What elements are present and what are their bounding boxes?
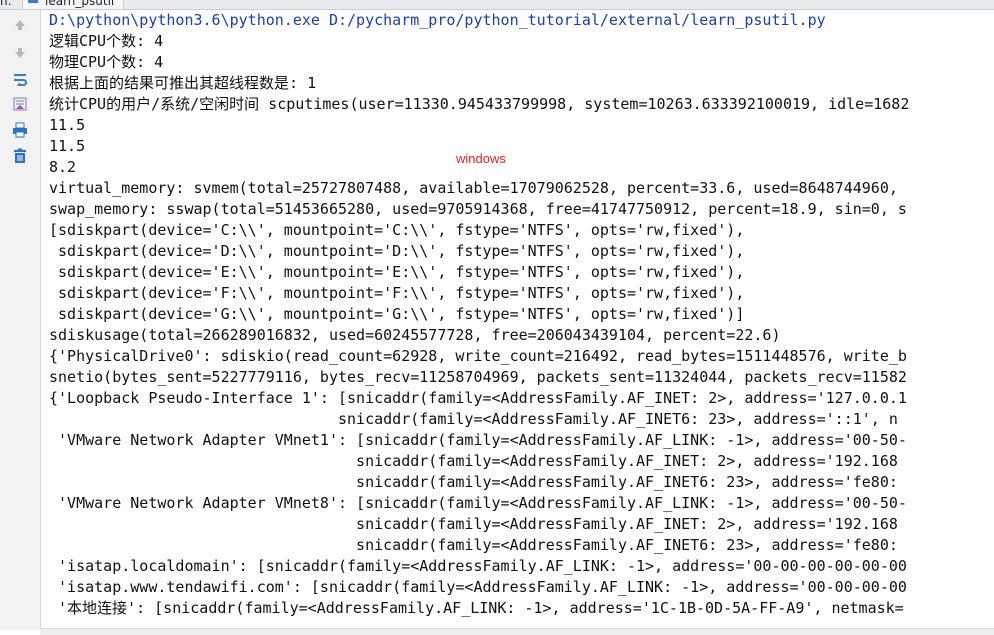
console-line: 11.5	[49, 137, 86, 155]
command-line: D:\python\python3.6\python.exe D:/pychar…	[49, 11, 826, 29]
console-line: swap_memory: sswap(total=51453665280, us…	[49, 200, 907, 218]
console-line: sdiskpart(device='F:\\', mountpoint='F:\…	[49, 284, 745, 302]
arrow-down-icon[interactable]	[10, 44, 30, 62]
windows-annotation: windows	[456, 151, 506, 166]
console-line: sdiskpart(device='D:\\', mountpoint='D:\…	[49, 242, 745, 260]
run-tab-title: learn_psutil	[45, 0, 115, 8]
console-line: 11.5	[49, 116, 86, 134]
console-line: snicaddr(family=<AddressFamily.AF_INET6:…	[49, 410, 898, 428]
console-output[interactable]: D:\python\python3.6\python.exe D:/pychar…	[49, 10, 994, 628]
arrow-up-icon[interactable]	[10, 16, 30, 34]
console-line: 'isatap.www.tendawifi.com': [snicaddr(fa…	[49, 578, 907, 596]
print-icon[interactable]	[10, 121, 30, 139]
console-line: 物理CPU个数: 4	[49, 53, 164, 71]
run-tab[interactable]: learn_psutil	[22, 0, 124, 9]
console-line: 根据上面的结果可推出其超线程数是: 1	[49, 74, 317, 92]
console-line: {'PhysicalDrive0': sdiskio(read_count=62…	[49, 347, 907, 365]
trash-icon[interactable]	[10, 147, 30, 165]
console-line: snicaddr(family=<AddressFamily.AF_INET: …	[49, 515, 898, 533]
console-line: sdiskpart(device='G:\\', mountpoint='G:\…	[49, 305, 745, 323]
console-line: 'isatap.localdomain': [snicaddr(family=<…	[49, 557, 907, 575]
console-toolbar	[0, 10, 41, 630]
console-line: virtual_memory: svmem(total=25727807488,…	[49, 179, 898, 197]
scroll-to-end-icon[interactable]	[10, 95, 30, 113]
console-line: snicaddr(family=<AddressFamily.AF_INET6:…	[49, 473, 898, 491]
console-line: {'Loopback Pseudo-Interface 1': [snicadd…	[49, 389, 907, 407]
console-line: 8.2	[49, 158, 77, 176]
console-line: [sdiskpart(device='C:\\', mountpoint='C:…	[49, 221, 745, 239]
console-line: sdiskusage(total=266289016832, used=6024…	[49, 326, 781, 344]
console-line: 逻辑CPU个数: 4	[49, 32, 164, 50]
console-line: snetio(bytes_sent=5227779116, bytes_recv…	[49, 368, 907, 386]
run-header: n: learn_psutil	[0, 0, 994, 10]
console-line: 统计CPU的用户/系统/空闲时间 scputimes(user=11330.94…	[49, 95, 910, 113]
console-line: snicaddr(family=<AddressFamily.AF_INET: …	[49, 452, 898, 470]
console-line: '本地连接': [snicaddr(family=<AddressFamily.…	[49, 599, 904, 617]
console-line: 'VMware Network Adapter VMnet1': [snicad…	[49, 431, 907, 449]
console-line: 'VMware Network Adapter VMnet8': [snicad…	[49, 494, 907, 512]
console-line: sdiskpart(device='E:\\', mountpoint='E:\…	[49, 263, 745, 281]
soft-wrap-icon[interactable]	[10, 70, 30, 88]
run-label: n:	[0, 0, 12, 8]
console-line: snicaddr(family=<AddressFamily.AF_INET6:…	[49, 536, 898, 554]
python-file-icon	[28, 0, 38, 3]
